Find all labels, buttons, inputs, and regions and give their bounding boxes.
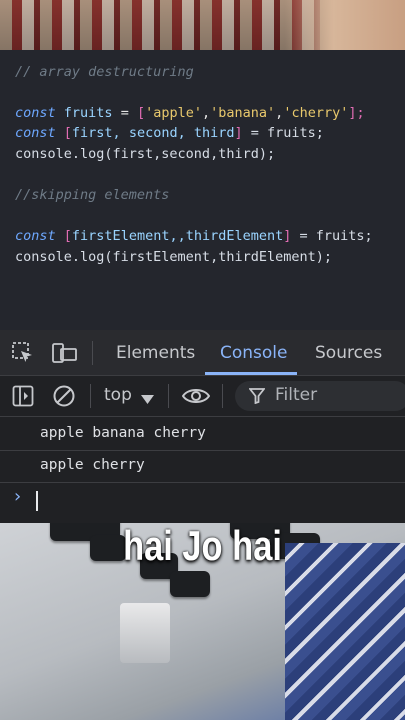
console-output-line: apple banana cherry	[40, 425, 206, 441]
console-row-separator	[0, 450, 405, 451]
bracket-open: [	[136, 105, 146, 121]
keyword-const: const	[15, 125, 56, 141]
destructure-vars: first, second, third	[71, 125, 235, 141]
background-photo-top	[0, 0, 405, 50]
console-prompt-icon: ›	[14, 486, 22, 507]
code-comment-skipping: //skipping elements	[15, 187, 170, 203]
device-toolbar-icon[interactable]	[52, 342, 78, 368]
operator-assign: =	[112, 105, 137, 121]
toolbar-separator	[90, 384, 91, 408]
tab-sources[interactable]: Sources	[315, 330, 382, 375]
code-line-console-log-2: console.log(firstElement,thirdElement);	[15, 249, 332, 265]
string-apple: 'apple'	[145, 105, 202, 121]
laptop-sticker	[120, 603, 170, 663]
filter-input[interactable]: Filter	[235, 381, 405, 411]
console-row-separator	[0, 482, 405, 483]
filter-placeholder: Filter	[275, 385, 318, 405]
bracket-open: [	[63, 228, 72, 244]
code-line-fruits: const fruits = ['apple','banana','cherry…	[15, 105, 365, 121]
console-output-line: apple cherry	[40, 457, 145, 473]
code-line-skip-destructure: const [firstElement,,thirdElement] = fru…	[15, 227, 373, 245]
keyword-const: const	[15, 228, 56, 244]
identifier-fruits: fruits	[63, 105, 113, 121]
string-cherry: 'cherry'	[283, 105, 349, 121]
filter-funnel-icon	[248, 388, 266, 408]
assign-fruits: = fruits;	[291, 228, 373, 244]
console-input-caret[interactable]	[36, 491, 38, 511]
code-editor[interactable]: // array destructuring const fruits = ['…	[0, 50, 405, 330]
tab-console[interactable]: Console	[220, 330, 288, 375]
clear-console-icon[interactable]	[52, 384, 76, 412]
video-caption: hai Jo hai	[123, 522, 282, 569]
devtools-tabbar: Elements Console Sources	[0, 330, 405, 376]
inspect-element-icon[interactable]	[12, 342, 34, 368]
bracket-close: ]	[234, 125, 243, 141]
keyword-const: const	[15, 105, 56, 121]
tab-separator	[92, 341, 93, 365]
code-line-console-log-1: console.log(first,second,third);	[15, 146, 276, 162]
photo-hand	[285, 0, 405, 50]
devtools-panel: Elements Console Sources top Filter appl…	[0, 330, 405, 523]
active-tab-indicator	[205, 372, 297, 375]
bracket-open: [	[63, 125, 72, 141]
chevron-down-icon[interactable]	[141, 390, 154, 409]
code-comment-array-destructuring: // array destructuring	[15, 64, 194, 80]
bracket-close: ];	[348, 105, 365, 121]
toolbar-separator	[168, 384, 169, 408]
context-selector[interactable]: top	[104, 385, 132, 405]
sidebar-toggle-icon[interactable]	[12, 385, 34, 411]
string-banana: 'banana'	[210, 105, 276, 121]
destructure-vars-skip: firstElement,,thirdElement	[71, 228, 284, 244]
toolbar-separator	[222, 384, 223, 408]
assign-fruits: = fruits;	[242, 125, 324, 141]
console-toolbar: top Filter	[0, 376, 405, 417]
tab-elements[interactable]: Elements	[116, 330, 195, 375]
code-line-destructure: const [first, second, third] = fruits;	[15, 124, 324, 142]
live-expression-eye-icon[interactable]	[181, 386, 211, 410]
